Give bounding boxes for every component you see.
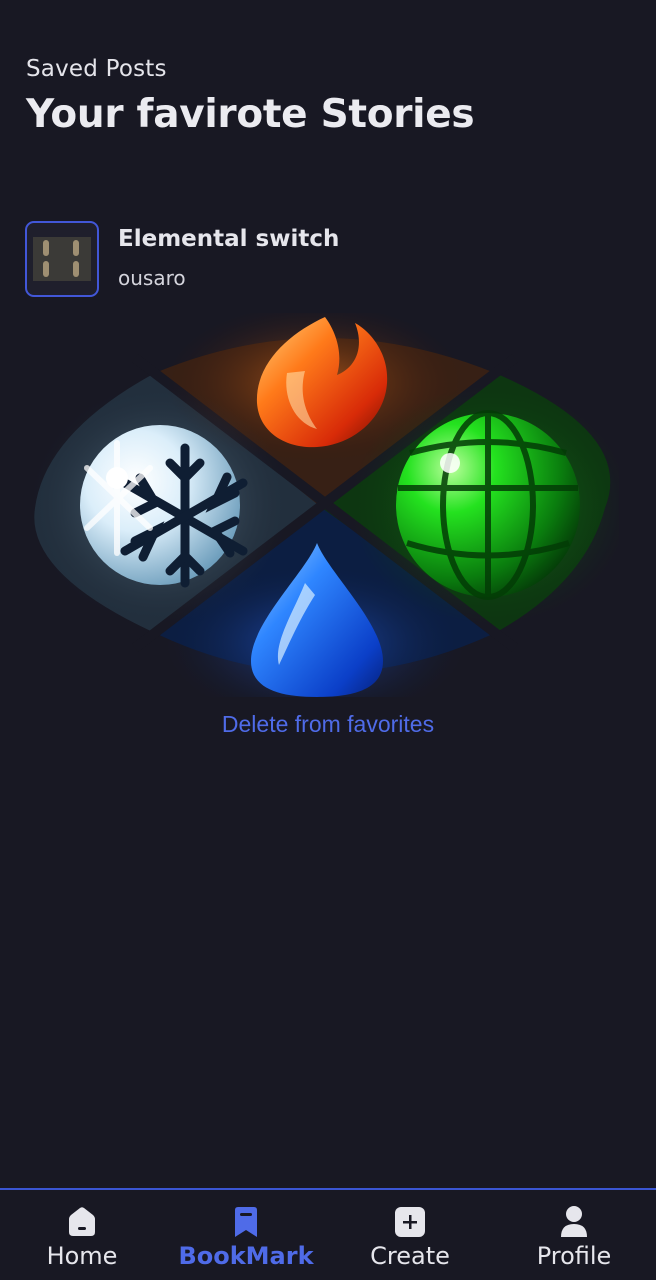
nav-label-profile: Profile <box>536 1242 612 1270</box>
bottom-navigation: Home BookMark Create Profile <box>0 1188 656 1280</box>
nav-item-create[interactable]: Create <box>330 1190 490 1280</box>
user-icon <box>561 1206 587 1237</box>
page-title: Your favirote Stories <box>26 92 475 137</box>
nav-item-home[interactable]: Home <box>2 1190 162 1280</box>
post-author: ousaro <box>118 266 186 290</box>
plus-square-icon <box>395 1207 425 1237</box>
saved-posts-screen: Saved Posts Your favirote Stories Elemen… <box>0 0 656 1280</box>
bookmark-icon <box>235 1207 257 1237</box>
post-thumbnail[interactable] <box>25 221 99 297</box>
home-icon <box>69 1207 95 1236</box>
nav-label-bookmark: BookMark <box>178 1242 314 1270</box>
delete-from-favorites-link[interactable]: Delete from favorites <box>0 711 656 738</box>
nav-label-create: Create <box>370 1242 450 1270</box>
four-elements-art-icon <box>30 313 619 697</box>
saved-post-card[interactable]: Elemental switch ousaro <box>25 221 631 297</box>
post-title[interactable]: Elemental switch <box>118 226 339 252</box>
page-eyebrow: Saved Posts <box>26 56 167 82</box>
nav-item-bookmark[interactable]: BookMark <box>166 1190 326 1280</box>
nav-label-home: Home <box>46 1242 118 1270</box>
game-thumbnail-icon <box>33 237 91 281</box>
nav-item-profile[interactable]: Profile <box>494 1190 654 1280</box>
